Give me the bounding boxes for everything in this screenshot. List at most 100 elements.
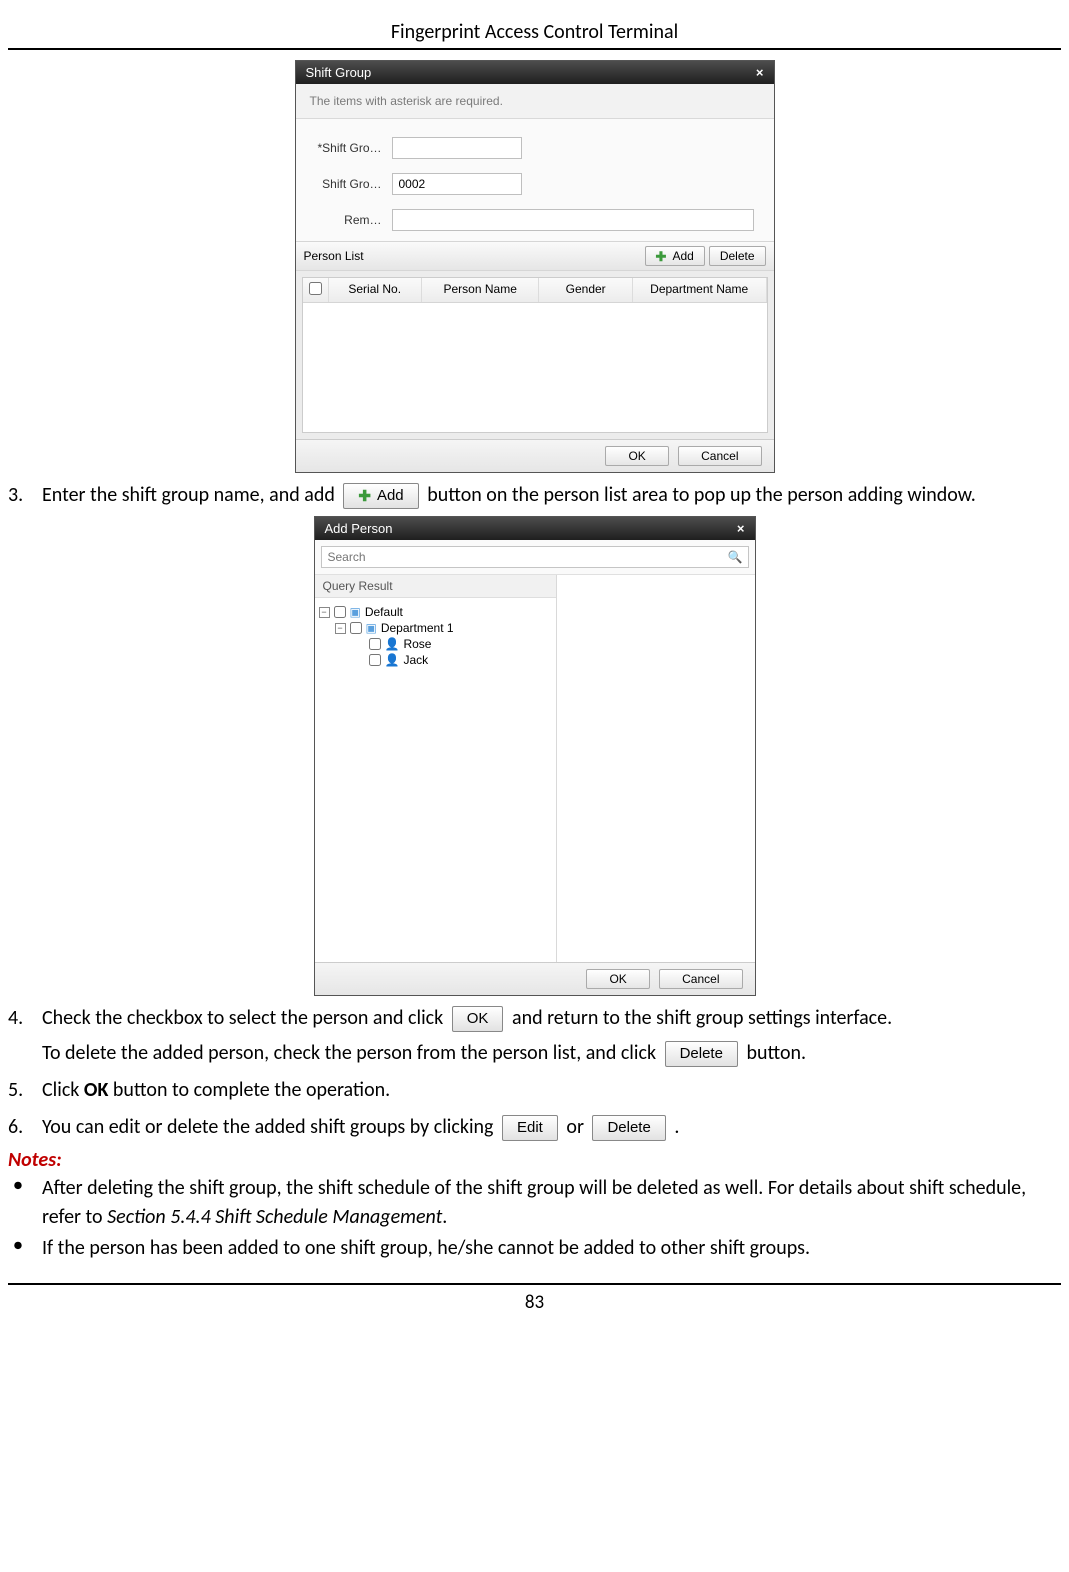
step-number: 6. (8, 1113, 32, 1142)
select-all-checkbox[interactable] (309, 282, 322, 295)
person-icon: 👤 (385, 637, 400, 651)
person-list-table: Serial No. Person Name Gender Department… (302, 277, 768, 433)
cancel-button[interactable]: Cancel (659, 969, 742, 989)
collapse-icon[interactable]: − (319, 607, 330, 618)
step-text: button on the person list area to pop up… (427, 483, 976, 507)
remark-input[interactable] (392, 209, 754, 231)
tree-node-person-rose[interactable]: 👤 Rose (319, 636, 552, 652)
delete-label: Delete (720, 249, 755, 263)
search-row: 🔍 (315, 540, 755, 575)
close-icon[interactable]: × (737, 521, 745, 536)
inline-delete-button[interactable]: Delete (592, 1115, 665, 1141)
step-text: Check the checkbox to select the person … (42, 1006, 443, 1030)
step-number: 4. (8, 1004, 32, 1068)
inline-add-button[interactable]: ✚ Add (343, 483, 418, 509)
collapse-icon[interactable]: − (335, 623, 346, 634)
required-info-bar: The items with asterisk are required. (296, 84, 774, 119)
inline-delete-button[interactable]: Delete (665, 1041, 738, 1067)
dialog-titlebar: Add Person × (315, 517, 755, 540)
note-text: . (442, 1205, 447, 1229)
page-header: Fingerprint Access Control Terminal (8, 20, 1061, 50)
close-icon[interactable]: × (756, 65, 764, 80)
step-text: . (674, 1115, 679, 1139)
step-text: button. (746, 1041, 806, 1065)
select-all-header[interactable] (303, 278, 329, 302)
step-text: Click (42, 1078, 84, 1102)
shift-group-code-input[interactable] (392, 173, 522, 195)
table-header: Serial No. Person Name Gender Department… (303, 278, 767, 303)
shift-group-name-input[interactable] (392, 137, 522, 159)
delete-person-button[interactable]: Delete (709, 246, 766, 266)
person-list-label: Person List (304, 249, 364, 263)
plus-icon: ✚ (656, 250, 667, 263)
note-ref: Section 5.4.4 Shift Schedule Management (107, 1205, 442, 1229)
col-serial: Serial No. (329, 278, 422, 302)
note-item: ● If the person has been added to one sh… (8, 1234, 1061, 1263)
dialog-title: Add Person (325, 521, 393, 536)
dialog-footer: OK Cancel (315, 962, 755, 995)
inline-edit-button[interactable]: Edit (502, 1115, 558, 1141)
node-checkbox[interactable] (334, 606, 346, 618)
node-label: Rose (403, 637, 431, 651)
node-label: Jack (403, 653, 428, 667)
remark-label: Rem… (314, 213, 382, 227)
dialog-title: Shift Group (306, 65, 372, 80)
pane-title: Query Result (315, 575, 556, 598)
add-label: Add (672, 249, 693, 263)
step-6: 6. You can edit or delete the added shif… (8, 1113, 1061, 1142)
note-text: If the person has been added to one shif… (42, 1234, 810, 1263)
bullet-icon: ● (8, 1234, 28, 1263)
step-text: Enter the shift group name, and add (42, 483, 335, 507)
split-pane: Query Result − ▣ Default − ▣ Department … (315, 575, 755, 962)
person-list-bar: Person List ✚ Add Delete (296, 241, 774, 271)
shift-group-code-field: Shift Gro… (314, 173, 522, 195)
add-person-button[interactable]: ✚ Add (645, 246, 705, 266)
node-checkbox[interactable] (350, 622, 362, 634)
remark-field: Rem… (314, 209, 756, 231)
ok-button[interactable]: OK (586, 969, 649, 989)
tree-node-person-jack[interactable]: 👤 Jack (319, 652, 552, 668)
search-input[interactable] (321, 546, 749, 568)
node-checkbox[interactable] (369, 654, 381, 666)
step-text: button to complete the operation. (108, 1078, 390, 1102)
node-label: Default (365, 605, 403, 619)
step-4: 4. Check the checkbox to select the pers… (8, 1004, 1061, 1068)
step-text: To delete the added person, check the pe… (42, 1041, 656, 1065)
step-text: or (566, 1115, 584, 1139)
tree-node-dept1[interactable]: − ▣ Department 1 (319, 620, 552, 636)
bullet-icon: ● (8, 1174, 28, 1232)
form-area: *Shift Gro… Shift Gro… Rem… (296, 119, 774, 241)
node-checkbox[interactable] (369, 638, 381, 650)
step-5: 5. Click OK button to complete the opera… (8, 1076, 1061, 1105)
add-person-dialog: Add Person × 🔍 Query Result − ▣ Default … (314, 516, 756, 996)
shift-group-dialog: Shift Group × The items with asterisk ar… (295, 60, 775, 473)
inline-add-label: Add (377, 485, 404, 507)
shift-group-name-label: *Shift Gro… (314, 141, 382, 155)
node-label: Department 1 (381, 621, 454, 635)
department-icon: ▣ (350, 605, 361, 619)
org-tree: − ▣ Default − ▣ Department 1 👤 Rose (315, 598, 556, 674)
cancel-button[interactable]: Cancel (678, 446, 761, 466)
col-dept: Department Name (633, 278, 767, 302)
ok-button[interactable]: OK (605, 446, 668, 466)
step-text: and return to the shift group settings i… (512, 1006, 892, 1030)
inline-ok-button[interactable]: OK (452, 1006, 504, 1032)
step-number: 5. (8, 1076, 32, 1105)
person-icon: 👤 (385, 653, 400, 667)
notes-label: Notes: (8, 1148, 1061, 1172)
plus-icon: ✚ (358, 489, 371, 504)
shift-group-name-field: *Shift Gro… (314, 137, 522, 159)
note-item: ● After deleting the shift group, the sh… (8, 1174, 1061, 1232)
step-text-bold: OK (84, 1078, 108, 1102)
step-text: You can edit or delete the added shift g… (42, 1115, 493, 1139)
step-number: 3. (8, 481, 32, 510)
col-name: Person Name (422, 278, 540, 302)
department-icon: ▣ (366, 621, 377, 635)
dialog-titlebar: Shift Group × (296, 61, 774, 84)
right-pane (557, 575, 755, 962)
tree-node-default[interactable]: − ▣ Default (319, 604, 552, 620)
shift-group-code-label: Shift Gro… (314, 177, 382, 191)
step-3: 3. Enter the shift group name, and add ✚… (8, 481, 1061, 510)
dialog-footer: OK Cancel (296, 439, 774, 472)
page-number: 83 (8, 1283, 1061, 1314)
